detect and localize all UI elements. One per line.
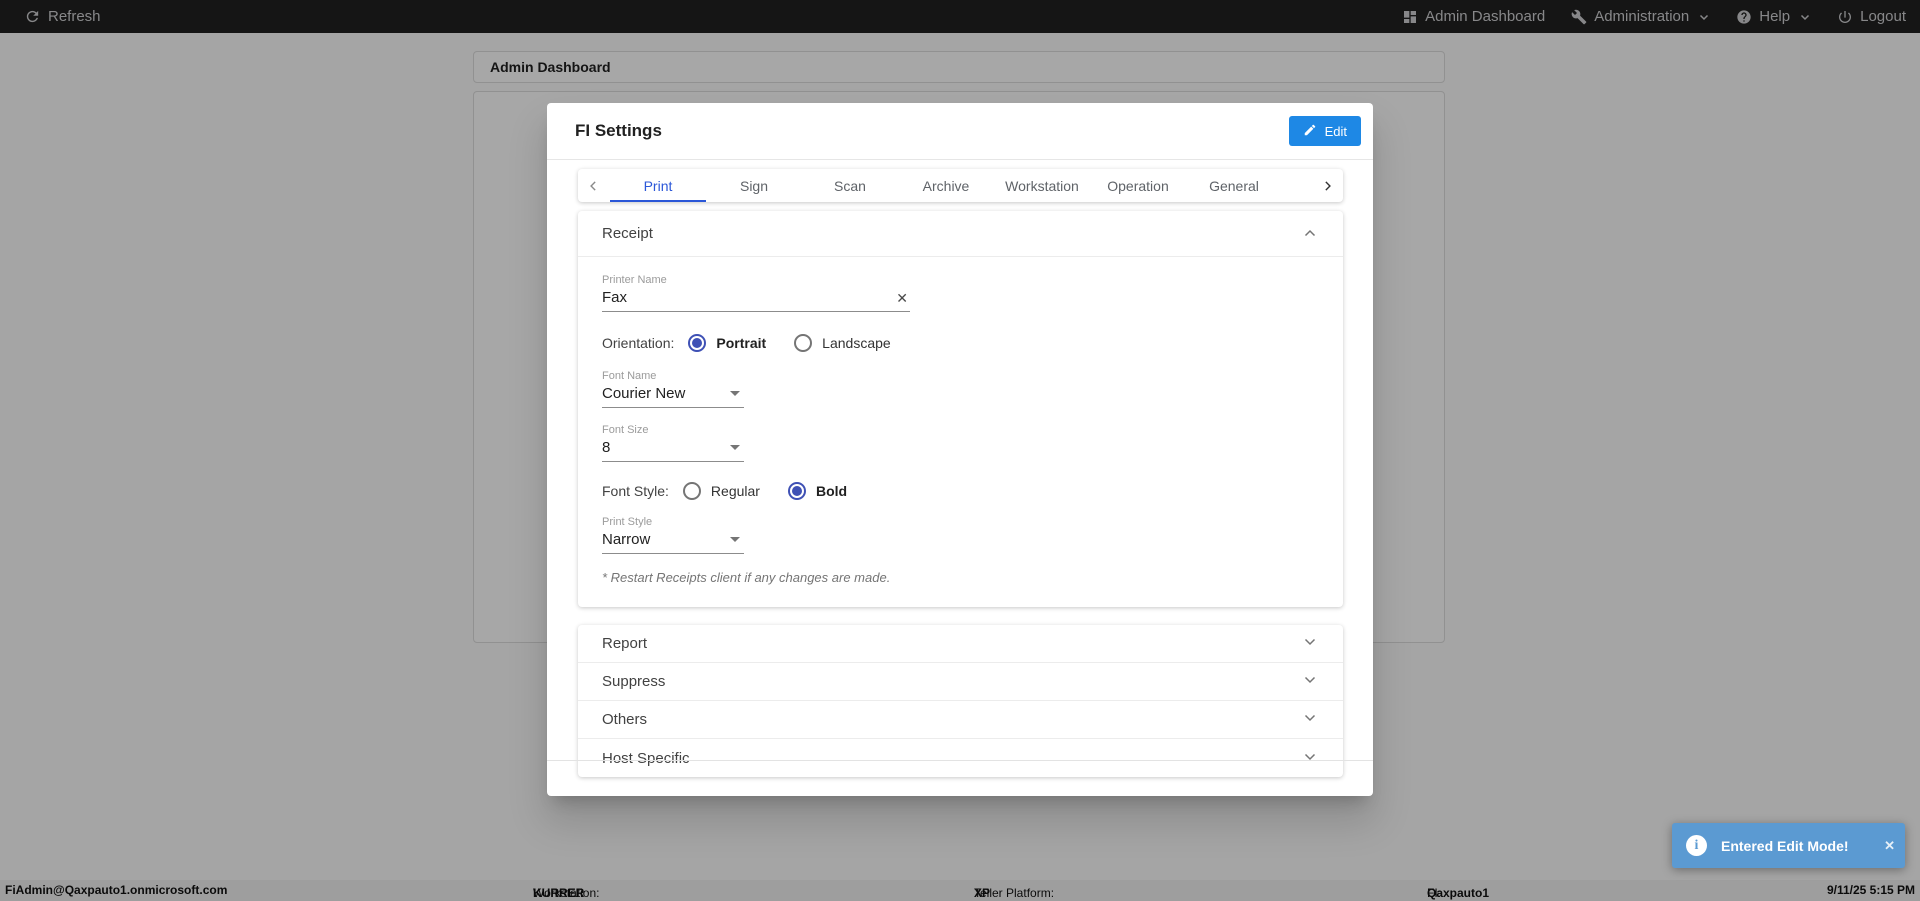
dialog-content: Print Sign Scan Archive Workstation Oper… <box>547 160 1373 777</box>
font-size-label: Font Size <box>602 424 649 436</box>
dialog-title: FI Settings <box>575 121 662 140</box>
font-style-row: Font Style: Regular Bold <box>602 482 1319 500</box>
radio-selected-icon <box>787 482 806 500</box>
orientation-label: Orientation: <box>602 335 675 351</box>
chevron-up-icon <box>1301 225 1319 243</box>
dialog-header: FI Settings Edit <box>547 103 1373 160</box>
edit-button-label: Edit <box>1324 123 1347 139</box>
tabs-strip: Print Sign Scan Archive Workstation Oper… <box>610 169 1311 202</box>
receipt-panel: Receipt Printer Name Fax ✕ Orientation: <box>578 211 1343 607</box>
suppress-panel-header[interactable]: Suppress <box>578 663 1343 701</box>
tab-print[interactable]: Print <box>610 169 706 202</box>
dropdown-arrow-icon <box>730 391 740 396</box>
orientation-portrait-radio[interactable]: Portrait <box>688 334 766 352</box>
report-panel-header[interactable]: Report <box>578 625 1343 663</box>
dialog-footer <box>547 760 1373 796</box>
settings-tabbar: Print Sign Scan Archive Workstation Oper… <box>578 169 1343 202</box>
printer-name-field: Printer Name Fax ✕ <box>602 274 910 312</box>
edit-button[interactable]: Edit <box>1288 116 1361 146</box>
print-style-label: Print Style <box>602 516 653 528</box>
orientation-row: Orientation: Portrait Landscape <box>602 334 1319 352</box>
print-style-select[interactable]: Print Style Narrow <box>602 516 744 554</box>
toast-close-icon[interactable]: ✕ <box>1884 838 1895 854</box>
info-toast[interactable]: i Entered Edit Mode! ✕ <box>1672 823 1905 868</box>
radio-unselected-icon <box>794 334 813 352</box>
dropdown-arrow-icon <box>730 537 740 542</box>
font-size-select[interactable]: Font Size 8 <box>602 424 744 462</box>
radio-unselected-icon <box>682 482 701 500</box>
clear-icon[interactable]: ✕ <box>896 291 908 305</box>
tab-scan[interactable]: Scan <box>802 169 898 202</box>
restart-note: * Restart Receipts client if any changes… <box>602 570 891 585</box>
printer-name-input[interactable]: Fax <box>602 289 627 306</box>
printer-name-label: Printer Name <box>602 274 667 286</box>
font-style-bold-radio[interactable]: Bold <box>787 482 847 500</box>
info-icon: i <box>1686 835 1707 856</box>
orientation-landscape-radio[interactable]: Landscape <box>794 334 891 352</box>
chevron-down-icon <box>1301 708 1319 731</box>
dropdown-arrow-icon <box>730 445 740 450</box>
font-size-value: 8 <box>602 439 611 456</box>
tab-scroll-right-button[interactable] <box>1311 169 1343 202</box>
receipt-panel-body: Printer Name Fax ✕ Orientation: Portrait… <box>578 257 1343 607</box>
fi-settings-dialog: FI Settings Edit Print Sign Scan Archive… <box>547 103 1373 796</box>
font-name-value: Courier New <box>602 385 686 402</box>
tab-operation[interactable]: Operation <box>1090 169 1186 202</box>
tab-archive[interactable]: Archive <box>898 169 994 202</box>
receipt-panel-title: Receipt <box>602 225 653 242</box>
chevron-down-icon <box>1301 632 1319 655</box>
pencil-icon <box>1303 123 1317 140</box>
chevron-down-icon <box>1301 670 1319 693</box>
font-name-select[interactable]: Font Name Courier New <box>602 370 744 408</box>
tab-scroll-left-button[interactable] <box>578 169 610 202</box>
tab-truncated[interactable]: F <box>1282 169 1311 202</box>
font-style-regular-radio[interactable]: Regular <box>682 482 760 500</box>
tab-general[interactable]: General <box>1186 169 1282 202</box>
others-panel-header[interactable]: Others <box>578 701 1343 739</box>
collapsed-panels-group: Report Suppress Others Host Specific <box>578 625 1343 777</box>
font-name-label: Font Name <box>602 370 657 382</box>
print-style-value: Narrow <box>602 531 651 548</box>
font-style-label: Font Style: <box>602 483 669 499</box>
receipt-panel-header[interactable]: Receipt <box>578 211 1343 257</box>
tab-sign[interactable]: Sign <box>706 169 802 202</box>
tab-workstation[interactable]: Workstation <box>994 169 1090 202</box>
radio-selected-icon <box>688 334 707 352</box>
toast-message: Entered Edit Mode! <box>1721 837 1849 854</box>
